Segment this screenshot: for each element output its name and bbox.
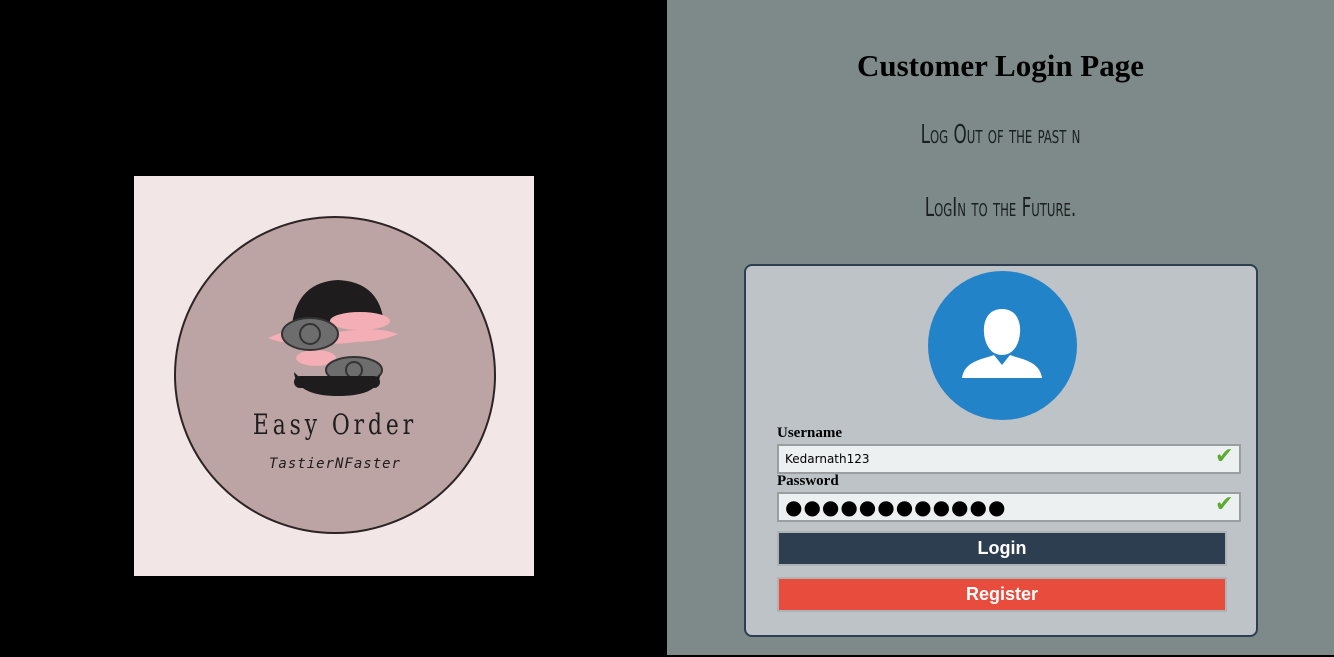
tagline-line-2: LogIn to the Future. <box>924 193 1077 223</box>
logo-circle: Easy Order TastierNFaster <box>174 216 496 534</box>
register-button[interactable]: Register <box>777 577 1227 612</box>
login-button[interactable]: Login <box>777 531 1227 566</box>
user-avatar-icon <box>928 271 1077 420</box>
password-label: Password <box>777 473 839 489</box>
right-panel: Customer Login Page Log Out of the past … <box>667 0 1334 655</box>
tagline-line-1: Log Out of the past n <box>920 120 1081 150</box>
password-valid-check-icon: ✔ <box>1215 492 1234 517</box>
page-title: Customer Login Page <box>856 48 1145 83</box>
brand-name: Easy Order <box>252 408 418 441</box>
username-input[interactable] <box>777 444 1241 474</box>
left-panel: Easy Order TastierNFaster <box>0 0 667 657</box>
username-label: Username <box>777 425 842 441</box>
burger-icon <box>268 280 398 396</box>
login-box: Username ✔ Password ✔ Login Register <box>744 264 1258 637</box>
username-valid-check-icon: ✔ <box>1215 444 1234 469</box>
logo-card: Easy Order TastierNFaster <box>134 176 534 576</box>
brand-tagline: TastierNFaster <box>268 456 401 472</box>
password-input[interactable] <box>777 492 1241 522</box>
